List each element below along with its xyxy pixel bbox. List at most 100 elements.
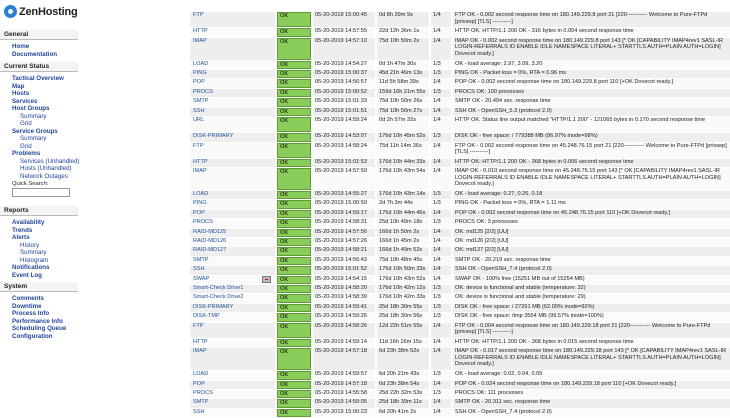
sidebar-link[interactable]: Histogram: [0, 257, 78, 265]
last-check-time: 05-20-2019 15:00:52: [313, 88, 375, 98]
sidebar-link[interactable]: Notifications: [0, 264, 78, 272]
status-badge: OK: [277, 219, 311, 228]
sidebar-link[interactable]: Comments: [0, 295, 78, 303]
last-check-time: 05-20-2019 14:57:18: [313, 348, 375, 371]
table-row: PROCS OK 05-20-2019 15:00:52 159d 16h 21m 5…: [190, 88, 730, 98]
sidebar-link[interactable]: Grid: [0, 143, 78, 151]
sidebar-link[interactable]: Hosts (Unhandled): [0, 165, 78, 173]
sidebar-link[interactable]: Configuration: [0, 333, 78, 341]
table-row: SSH OK 05-20-2019 15:01:51 75d 10h 50m 27s 1…: [190, 107, 730, 116]
last-check-time: 05-20-2019 14:57:50: [313, 168, 375, 191]
last-check-time: 05-20-2019 15:01:53: [313, 158, 375, 168]
last-check-time: 05-20-2019 14:57:56: [313, 228, 375, 238]
status-badge: OK: [277, 303, 311, 313]
sidebar-link[interactable]: Performance Info: [0, 318, 78, 326]
status-badge: OK: [277, 322, 311, 338]
sidebar-section: Current Status Tactical Overview Map Hosts S…: [0, 62, 80, 197]
last-check-time: 05-20-2019 14:58:31: [313, 219, 375, 228]
sidebar-link[interactable]: Services: [0, 98, 78, 106]
status-information: OK: device is functional and stable (tem…: [453, 294, 730, 303]
table-row: POP OK 05-20-2019 14:59:17 176d 10h 44m 46s…: [190, 209, 730, 219]
sidebar-link[interactable]: Event Log: [0, 272, 78, 280]
status-duration: 176d 10h 50m 33s: [377, 266, 429, 275]
service-action-cell: [261, 275, 275, 284]
sidebar-link[interactable]: Problems: [0, 150, 78, 158]
status-duration: 6d 23h 38m 52s: [377, 348, 429, 371]
sidebar-link[interactable]: Grid: [0, 120, 78, 128]
status-badge: OK: [277, 313, 311, 322]
sidebar-link[interactable]: Scheduling Queue: [0, 325, 78, 333]
sidebar-link[interactable]: Services (Unhandled): [0, 158, 80, 166]
status-badge: OK: [277, 380, 311, 389]
status-duration: 176d 10h 43m 52s: [377, 275, 429, 284]
sidebar-link[interactable]: Trends: [0, 227, 78, 235]
check-attempt: 1/3: [431, 313, 451, 322]
table-row: SMTP OK 05-20-2019 14:59:05 25d 18h 39m 11s…: [190, 399, 730, 408]
table-row: DISK-PRIMARY OK 05-20-2019 14:53:07 176d 10…: [190, 133, 730, 142]
status-information: DISK OK - free space: /tmp 3554 MB (99.5…: [453, 313, 730, 322]
service-action-cell: [261, 389, 275, 399]
sidebar-section: General Home Documentation: [0, 30, 78, 58]
check-attempt: 1/4: [431, 37, 451, 60]
check-attempt: 1/3: [431, 219, 451, 228]
status-badge: OK: [277, 256, 311, 266]
sidebar-link[interactable]: Alerts: [0, 234, 78, 242]
last-check-time: 05-20-2019 14:56:57: [313, 79, 375, 88]
status-information: SSH OK - OpenSSH_7.4 (protocol 2.0): [453, 266, 730, 275]
status-duration: 22d 12h 36m 1s: [377, 28, 429, 37]
status-badge: OK: [277, 191, 311, 200]
sidebar-link[interactable]: Service Groups: [0, 128, 78, 136]
status-information: DISK OK - free space: / 779388 MB (86.97…: [453, 133, 730, 142]
sidebar-link[interactable]: Documentation: [0, 51, 78, 59]
sidebar-link[interactable]: Host Groups: [0, 105, 78, 113]
table-row: LOAD OK 05-20-2019 14:59:57 6d 20h 21m 43s 1…: [190, 371, 730, 380]
sidebar-link[interactable]: Tactical Overview: [0, 75, 78, 83]
status-badge: OK: [277, 133, 311, 142]
sidebar-link[interactable]: Summary: [0, 249, 78, 257]
sidebar-link[interactable]: Map: [0, 83, 78, 91]
table-row: RAID-MD127 OK 05-20-2019 14:58:21 166d 1h 4…: [190, 247, 730, 256]
sidebar-section: System Comments Downtime Process Info Perfor…: [0, 282, 78, 340]
check-attempt: 1/4: [431, 348, 451, 371]
sidebar-link[interactable]: Summary: [0, 135, 78, 143]
sidebar-section-title: General: [0, 30, 78, 40]
service-action-cell: [261, 294, 275, 303]
table-row: FTP OK 05-20-2019 15:00:45 0d 8h 39m 9s 1/4 F…: [190, 12, 730, 28]
last-check-time: 05-20-2019 15:00:37: [313, 69, 375, 79]
sidebar-link[interactable]: History: [0, 242, 78, 250]
last-check-time: 05-20-2019 15:01:33: [313, 98, 375, 107]
status-duration: 6d 23h 38m 54s: [377, 380, 429, 389]
status-duration: 75d 10h 50m 27s: [377, 107, 429, 116]
status-duration: 6d 20h 21m 43s: [377, 371, 429, 380]
check-attempt: 1/4: [431, 247, 451, 256]
status-badge: OK: [277, 37, 311, 60]
table-row: Smart-Check Drive1 OK 05-20-2019 14:58:20 1…: [190, 284, 730, 294]
table-row: DISK-TMP OK 05-20-2019 14:59:26 25d 18h 30m…: [190, 313, 730, 322]
status-badge: OK: [277, 200, 311, 209]
sidebar-link[interactable]: Downtime: [0, 303, 78, 311]
sidebar-section-title: System: [0, 282, 78, 292]
last-check-time: 05-20-2019 14:57:18: [313, 380, 375, 389]
last-check-time: 05-20-2019 15:00:50: [313, 200, 375, 209]
notes-icon[interactable]: [262, 275, 271, 283]
quick-search-input[interactable]: [12, 188, 70, 197]
service-action-cell: [261, 313, 275, 322]
status-badge: OK: [277, 284, 311, 294]
sidebar-link[interactable]: Home: [0, 43, 78, 51]
status-duration: 45d 21h 46m 13s: [377, 69, 429, 79]
logo[interactable]: ZenHosting: [4, 5, 78, 18]
status-badge: OK: [277, 266, 311, 275]
status-information: OK - load average: 0.27, 0.26, 0.18: [453, 191, 730, 200]
sidebar-link[interactable]: Summary: [0, 113, 78, 121]
status-information: PROCS OK: 111 processes: [453, 389, 730, 399]
table-row: DISK-PRIMARY OK 05-20-2019 14:59:41 25d 18h…: [190, 303, 730, 313]
service-action-cell: [261, 60, 275, 69]
service-action-cell: [261, 69, 275, 79]
sidebar-link[interactable]: Process Info: [0, 310, 78, 318]
sidebar-link[interactable]: Availability: [0, 219, 78, 227]
last-check-time: 05-20-2019 14:57:10: [313, 37, 375, 60]
status-duration: 166d 1h 50m 2s: [377, 228, 429, 238]
service-action-cell: [261, 79, 275, 88]
sidebar-link[interactable]: Hosts: [0, 90, 78, 98]
sidebar-link[interactable]: Network Outages: [0, 173, 78, 181]
